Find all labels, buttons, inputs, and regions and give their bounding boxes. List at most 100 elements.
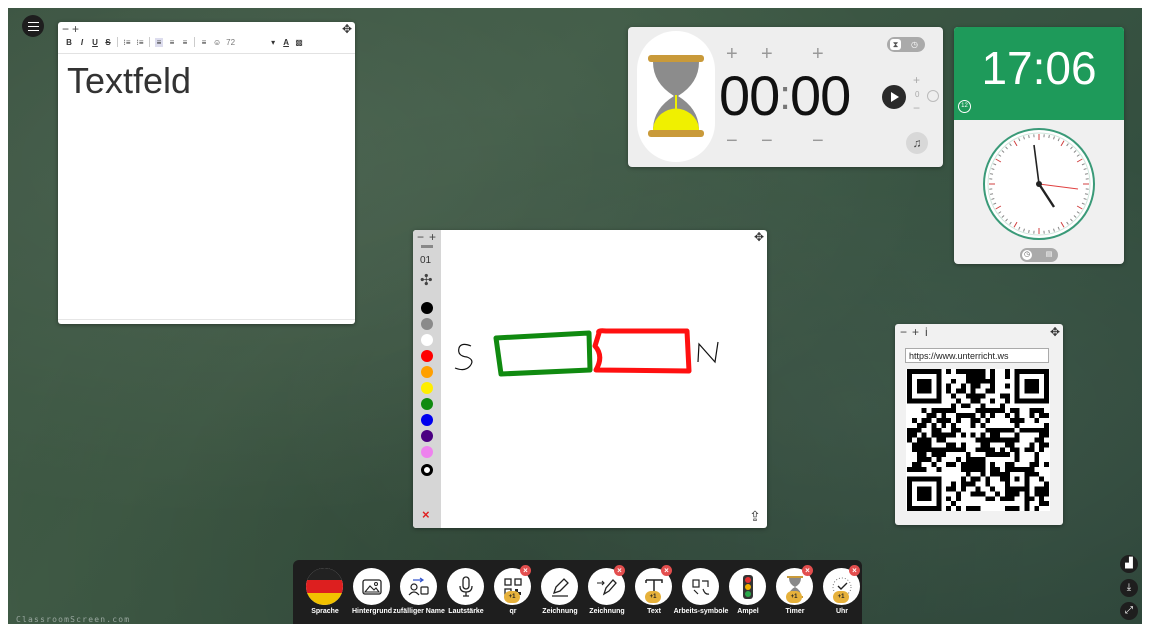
timer-mode-toggle[interactable]: ⧗ ◷: [887, 37, 925, 52]
calendar-mode-icon: ▤: [1045, 251, 1053, 258]
color-swatch-white[interactable]: [421, 334, 433, 346]
clock-mode-toggle[interactable]: ◷ ▤: [1020, 248, 1058, 262]
divider: [117, 37, 118, 47]
share-icon[interactable]: ⇪: [747, 508, 763, 524]
zoom-out-button[interactable]: −: [900, 326, 907, 338]
color-swatch-indigo[interactable]: [421, 430, 433, 442]
move-tool-icon[interactable]: ✣: [420, 271, 433, 289]
strikethrough-button[interactable]: S: [104, 38, 112, 47]
zoom-in-button[interactable]: +: [429, 231, 436, 243]
italic-button[interactable]: I: [78, 38, 86, 47]
clear-drawing-button[interactable]: ×: [422, 507, 430, 522]
font-size-select[interactable]: 72: [226, 38, 235, 47]
color-swatch-black[interactable]: [421, 302, 433, 314]
hamburger-icon: [27, 21, 39, 32]
horizontal-rule-icon[interactable]: ≡: [200, 38, 208, 47]
qr-url-input[interactable]: https://www.unterricht.ws: [905, 348, 1049, 363]
emoji-icon[interactable]: ☺: [213, 38, 221, 47]
drawing-widget[interactable]: − + 01 ✣ × ✥ ⇪: [413, 230, 767, 528]
microphone-icon: [447, 568, 484, 605]
timer-colon: :: [779, 71, 791, 118]
instance-count-badge: +1: [504, 591, 520, 603]
add-10-minutes-button[interactable]: +: [726, 44, 738, 64]
zoom-out-button[interactable]: −: [417, 231, 424, 243]
close-widget-button[interactable]: ×: [520, 565, 531, 576]
close-widget-button[interactable]: ×: [661, 565, 672, 576]
color-swatch-yellow[interactable]: [421, 382, 433, 394]
bullet-list-icon[interactable]: ⁝≡: [136, 38, 144, 47]
chalkboard-background: − + ✥ B I U S ⁝≡ ⁝≡ ≡ ≡ ≡ ≡ ☺ 72 ▾ A ▩ T…: [8, 8, 1142, 624]
close-widget-button[interactable]: ×: [849, 565, 860, 576]
bold-button[interactable]: B: [65, 38, 73, 47]
hourglass-icon: [648, 55, 704, 137]
text-color-button[interactable]: A: [282, 38, 290, 47]
dropdown-chevron-icon[interactable]: ▾: [269, 38, 277, 47]
timer-display: 00:00: [719, 63, 851, 128]
subtract-seconds-button[interactable]: −: [812, 131, 824, 151]
work-symbols-icon: [682, 568, 719, 605]
color-swatch-green[interactable]: [421, 398, 433, 410]
align-left-icon[interactable]: ≡: [155, 37, 163, 47]
toolbar-divider: [58, 53, 355, 54]
zoom-in-button[interactable]: +: [912, 326, 919, 338]
color-swatch-blue[interactable]: [421, 414, 433, 426]
timer-minutes: 00: [719, 64, 780, 127]
repeat-count: 0: [915, 90, 920, 99]
add-seconds-button[interactable]: +: [812, 44, 824, 64]
color-swatch-violet[interactable]: [421, 446, 433, 458]
timer-widget[interactable]: + + + 00:00 − − − + 0 − ⧗ ◷ ♫: [628, 27, 943, 167]
move-icon[interactable]: ✥: [1048, 325, 1062, 339]
align-right-icon[interactable]: ≡: [181, 38, 189, 47]
qr-code-image: [906, 369, 1050, 511]
color-swatch-gray[interactable]: [421, 318, 433, 330]
ranking-bar-icon[interactable]: ▟: [1120, 555, 1138, 573]
zoom-out-button[interactable]: −: [62, 23, 69, 35]
instance-count-badge: +1: [645, 591, 661, 603]
text-content[interactable]: Textfeld: [67, 60, 191, 102]
text-widget[interactable]: − + ✥ B I U S ⁝≡ ⁝≡ ≡ ≡ ≡ ≡ ☺ 72 ▾ A ▩ T…: [58, 22, 355, 324]
widget-dock: Sprache Hintergrund zufälliger Name Laut…: [293, 560, 862, 624]
repeat-plus-button[interactable]: +: [913, 73, 920, 87]
timer-seconds: 00: [789, 64, 851, 127]
color-swatch-orange[interactable]: [421, 366, 433, 378]
main-menu-button[interactable]: [22, 15, 44, 37]
dock-item-clock[interactable]: +1 × Uhr: [818, 560, 866, 624]
underline-button[interactable]: U: [91, 38, 99, 47]
instance-count-badge: +1: [833, 591, 849, 603]
drawing-tool-sidebar: − + 01 ✣ ×: [413, 230, 441, 528]
play-button[interactable]: [882, 85, 906, 109]
12-hour-format-button[interactable]: 12: [958, 100, 971, 113]
text-toolbar: B I U S ⁝≡ ⁝≡ ≡ ≡ ≡ ≡ ☺ 72 ▾ A ▩: [65, 35, 303, 49]
image-icon: [353, 568, 390, 605]
highlight-color-icon[interactable]: ▩: [295, 38, 303, 47]
zoom-in-button[interactable]: +: [72, 23, 79, 35]
download-icon[interactable]: ⤓: [1120, 579, 1138, 597]
resize-bar: [58, 319, 355, 320]
repeat-minus-button[interactable]: −: [913, 101, 920, 115]
info-icon[interactable]: i: [925, 326, 928, 338]
analog-mode-icon: ◷: [1022, 250, 1032, 260]
drawing-canvas[interactable]: [441, 230, 767, 528]
line-width-value: 01: [420, 255, 432, 266]
digital-clock-panel: 17:06 12: [954, 27, 1124, 120]
add-minute-button[interactable]: +: [761, 44, 773, 64]
subtract-minute-button[interactable]: −: [761, 131, 773, 151]
line-width-icon[interactable]: [421, 245, 433, 248]
color-swatch-red[interactable]: [421, 350, 433, 362]
traffic-light-icon: [729, 568, 766, 605]
analog-clock: [983, 128, 1095, 240]
close-widget-button[interactable]: ×: [614, 565, 625, 576]
repeat-ring-icon: [927, 90, 939, 102]
divider: [194, 37, 195, 47]
ordered-list-icon[interactable]: ⁝≡: [123, 38, 131, 47]
fullscreen-icon[interactable]: ⤢: [1120, 602, 1138, 620]
subtract-10-minutes-button[interactable]: −: [726, 131, 738, 151]
align-center-icon[interactable]: ≡: [168, 38, 176, 47]
move-icon[interactable]: ✥: [340, 22, 354, 36]
qr-widget[interactable]: − + i ✥ https://www.unterricht.ws: [895, 324, 1063, 525]
clock-widget[interactable]: 17:06 12 ◷ ▤: [954, 27, 1124, 264]
close-widget-button[interactable]: ×: [802, 565, 813, 576]
eraser-icon[interactable]: [421, 464, 433, 476]
german-flag-icon: [306, 568, 343, 605]
music-note-icon[interactable]: ♫: [906, 132, 928, 154]
